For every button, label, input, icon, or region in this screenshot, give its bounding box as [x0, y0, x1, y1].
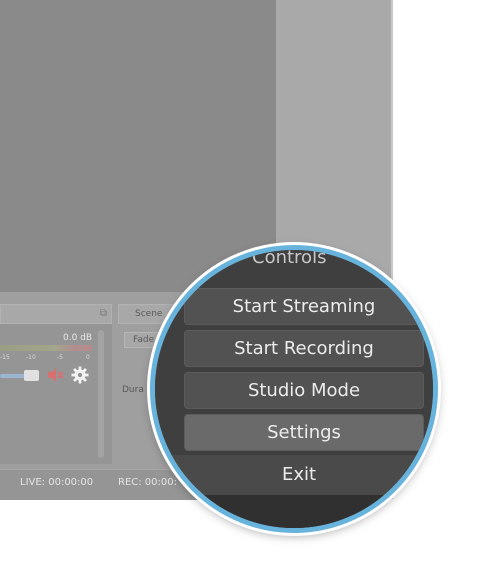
meter-tick: 0: [86, 354, 90, 361]
volume-slider-handle[interactable]: [24, 370, 39, 381]
undock-icon[interactable]: ⧉: [100, 308, 107, 319]
speaker-muted-icon[interactable]: [46, 367, 64, 383]
meter-tick: -10: [26, 354, 36, 361]
studio-mode-button[interactable]: Studio Mode: [184, 372, 424, 409]
exit-button[interactable]: Exit: [155, 455, 433, 495]
controls-title: Controls: [252, 247, 327, 268]
mixer-scrollbar[interactable]: [98, 330, 104, 458]
meter-tick: -5: [57, 354, 63, 361]
gear-icon[interactable]: [71, 366, 89, 384]
volume-meter: [0, 345, 92, 351]
audio-mixer-header: ⧉: [0, 304, 112, 324]
preview-canvas: [0, 0, 276, 292]
volume-db-readout: 0.0 dB: [63, 333, 93, 343]
settings-button[interactable]: Settings: [184, 414, 424, 451]
meter-tick: -15: [0, 354, 10, 361]
live-timer: LIVE: 00:00:00: [20, 477, 94, 488]
dock-bottom-band: [155, 495, 433, 528]
start-streaming-button[interactable]: Start Streaming: [184, 288, 424, 325]
magnifier-lens: Controls Start Streaming Start Recording…: [150, 245, 438, 533]
duration-label: Dura: [122, 385, 144, 395]
start-recording-button[interactable]: Start Recording: [184, 330, 424, 367]
